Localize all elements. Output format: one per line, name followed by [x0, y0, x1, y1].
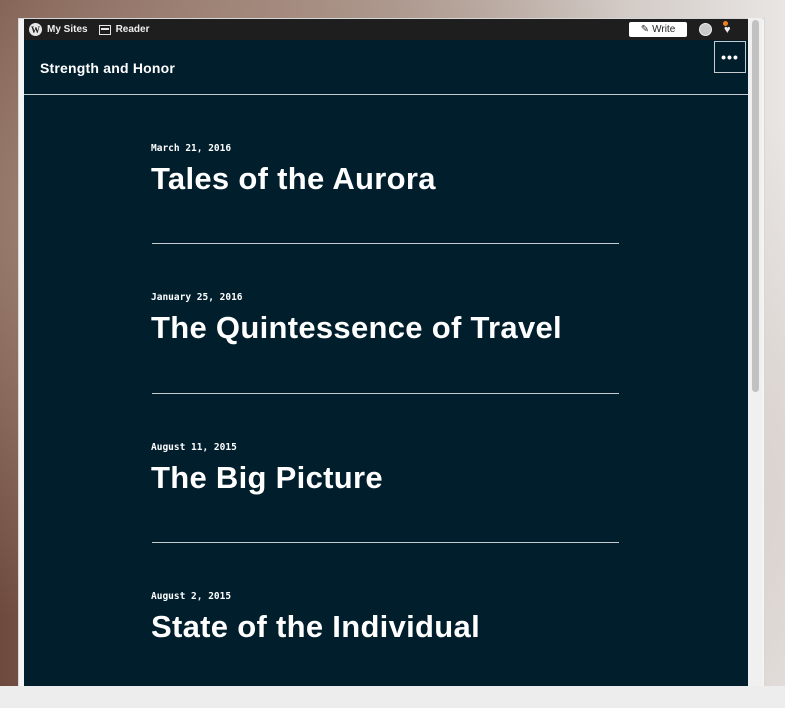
post-date[interactable]: August 2, 2015 [151, 591, 619, 602]
post-title[interactable]: The Big Picture [151, 460, 619, 496]
reader-icon [98, 24, 111, 35]
post-divider [152, 542, 619, 543]
site-content: Strength and Honor ••• March 21, 2016 Ta… [24, 40, 748, 686]
post-item: August 2, 2015 State of the Individual [151, 591, 619, 645]
admin-bar-right: ✎ Write ♥ [629, 20, 748, 37]
post-date[interactable]: August 11, 2015 [151, 442, 619, 453]
post-date[interactable]: January 25, 2016 [151, 292, 619, 303]
notification-dot [723, 20, 728, 26]
write-label: Write [652, 24, 676, 35]
menu-button[interactable]: ••• [714, 41, 746, 73]
post-title[interactable]: The Quintessence of Travel [151, 310, 619, 346]
wordpress-logo-icon: W [29, 23, 42, 36]
admin-bar: W My Sites Reader ✎ Write ♥ [24, 19, 748, 40]
my-sites-label: My Sites [47, 24, 88, 35]
ellipsis-icon: ••• [721, 49, 739, 65]
post-item: March 21, 2016 Tales of the Aurora [151, 143, 619, 197]
post-divider [152, 243, 619, 244]
avatar-icon[interactable] [699, 23, 712, 36]
reader-link[interactable]: Reader [98, 24, 150, 35]
site-title[interactable]: Strength and Honor [40, 60, 175, 76]
notifications-icon[interactable]: ♥ [723, 20, 736, 36]
post-title[interactable]: Tales of the Aurora [151, 161, 619, 197]
write-button[interactable]: ✎ Write [629, 22, 687, 37]
bottom-strip [0, 686, 785, 708]
reader-label: Reader [115, 24, 150, 35]
post-item: January 25, 2016 The Quintessence of Tra… [151, 292, 619, 346]
site-header: Strength and Honor ••• [24, 40, 748, 95]
post-date[interactable]: March 21, 2016 [151, 143, 619, 154]
my-sites-link[interactable]: W My Sites [29, 23, 88, 36]
pencil-icon: ✎ [640, 24, 650, 35]
post-item: August 11, 2015 The Big Picture [151, 442, 619, 496]
post-divider [152, 393, 619, 394]
scrollbar-thumb[interactable] [752, 20, 759, 392]
post-title[interactable]: State of the Individual [151, 609, 619, 645]
